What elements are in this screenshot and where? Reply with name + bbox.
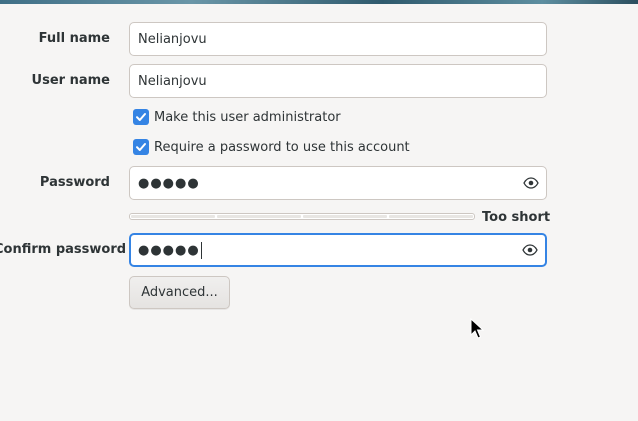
admin-checkbox-row[interactable]: Make this user administrator (133, 109, 341, 125)
text-cursor (200, 241, 202, 259)
require-password-checkbox[interactable] (133, 139, 149, 155)
advanced-button-label: Advanced... (141, 285, 218, 300)
password-masked-value: ●●●●● (138, 175, 200, 191)
mouse-pointer-icon (470, 318, 484, 339)
require-password-checkbox-label: Require a password to use this account (154, 139, 410, 155)
advanced-button[interactable]: Advanced... (129, 276, 230, 309)
checkmark-icon (136, 143, 146, 151)
user-name-value: Nelianjovu (138, 73, 207, 89)
password-field[interactable]: ●●●●● (129, 166, 547, 200)
confirm-password-field[interactable]: ●●●●● (129, 233, 547, 267)
require-password-checkbox-row[interactable]: Require a password to use this account (133, 139, 410, 155)
full-name-field[interactable]: Nelianjovu (129, 22, 547, 56)
confirm-password-label: Confirm password (0, 242, 127, 257)
strength-segment (389, 215, 473, 218)
confirm-password-masked-value: ●●●●● (138, 242, 200, 258)
user-name-field[interactable]: Nelianjovu (129, 64, 547, 98)
eye-icon[interactable] (516, 167, 546, 199)
password-strength-label: Too short (482, 210, 551, 225)
strength-segment (303, 215, 387, 218)
admin-checkbox-label: Make this user administrator (154, 109, 341, 125)
password-label: Password (39, 175, 110, 190)
admin-checkbox[interactable] (133, 109, 149, 125)
window-top-edge (0, 0, 638, 4)
strength-segment (131, 215, 215, 218)
password-strength-meter (129, 213, 475, 220)
full-name-label: Full name (38, 31, 110, 46)
strength-segment (217, 215, 301, 218)
checkmark-icon (136, 113, 146, 121)
full-name-value: Nelianjovu (138, 31, 207, 47)
confirm-password-value: ●●●●● (138, 241, 515, 259)
eye-icon[interactable] (515, 235, 545, 265)
user-name-label: User name (31, 73, 110, 88)
